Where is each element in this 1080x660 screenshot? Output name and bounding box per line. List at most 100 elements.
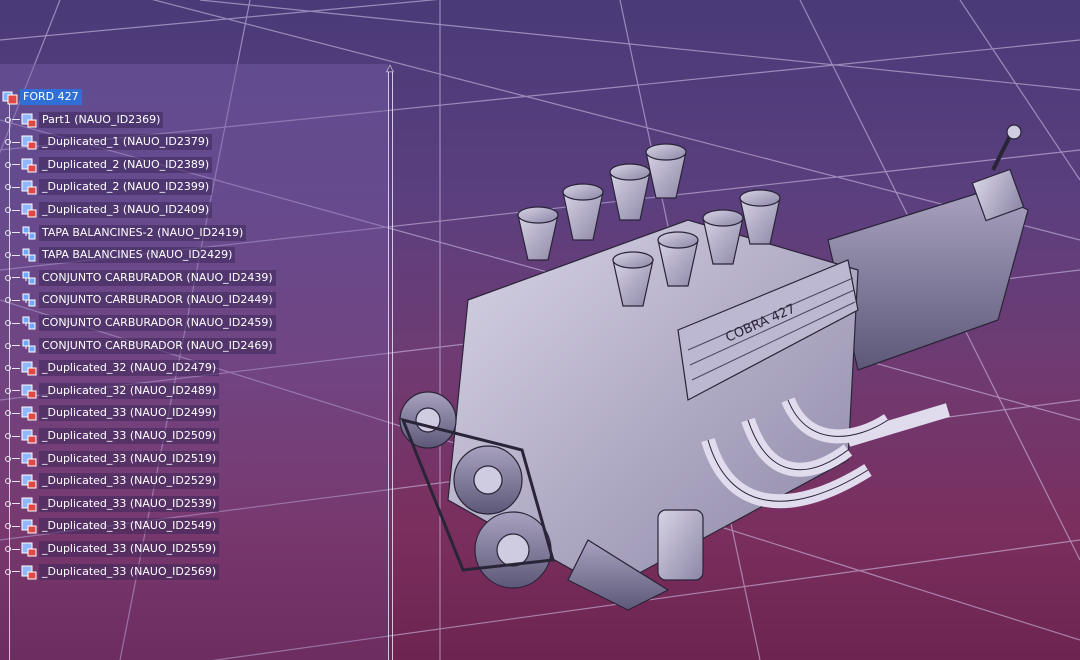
tree-node[interactable]: _Duplicated_33 (NAUO_ID2519): [0, 450, 220, 468]
assembly-icon: [21, 315, 37, 331]
tree-node-label[interactable]: _Duplicated_1 (NAUO_ID2379): [39, 134, 213, 151]
part-icon: [21, 473, 37, 489]
tree-branch-line: [12, 209, 20, 211]
part-icon: [21, 179, 37, 195]
tree-node-label[interactable]: CONJUNTO CARBURADOR (NAUO_ID2439): [39, 269, 276, 286]
tree-node[interactable]: _Duplicated_33 (NAUO_ID2559): [0, 540, 220, 558]
tree-branch-line: [12, 390, 20, 392]
tree-node-label[interactable]: _Duplicated_33 (NAUO_ID2539): [39, 495, 220, 512]
part-icon: [21, 496, 37, 512]
tree-node[interactable]: CONJUNTO CARBURADOR (NAUO_ID2439): [0, 269, 276, 287]
assembly-icon: [21, 292, 37, 308]
tree-node[interactable]: _Duplicated_33 (NAUO_ID2549): [0, 517, 220, 535]
tree-branch-line: [12, 571, 20, 573]
expand-toggle-icon[interactable]: [5, 387, 11, 394]
tree-node-label[interactable]: _Duplicated_32 (NAUO_ID2479): [39, 360, 220, 377]
tree-branch-line: [12, 277, 20, 279]
expand-toggle-icon[interactable]: [5, 342, 11, 349]
tree-node-label[interactable]: _Duplicated_2 (NAUO_ID2399): [39, 179, 213, 196]
part-icon: [21, 383, 37, 399]
tree-branch-line: [12, 412, 20, 414]
tree-node[interactable]: _Duplicated_33 (NAUO_ID2499): [0, 404, 220, 422]
tree-node[interactable]: TAPA BALANCINES (NAUO_ID2429): [0, 246, 236, 264]
tree-node-label[interactable]: CONJUNTO CARBURADOR (NAUO_ID2469): [39, 337, 276, 354]
expand-toggle-icon[interactable]: [5, 523, 11, 530]
tree-node[interactable]: CONJUNTO CARBURADOR (NAUO_ID2459): [0, 314, 276, 332]
tree-node[interactable]: Part1 (NAUO_ID2369): [0, 111, 164, 129]
tree-node[interactable]: CONJUNTO CARBURADOR (NAUO_ID2449): [0, 291, 276, 309]
tree-node[interactable]: _Duplicated_33 (NAUO_ID2529): [0, 472, 220, 490]
tree-node[interactable]: _Duplicated_2 (NAUO_ID2389): [0, 156, 213, 174]
expand-toggle-icon[interactable]: [5, 274, 11, 281]
tree-node-label[interactable]: TAPA BALANCINES (NAUO_ID2429): [39, 247, 236, 264]
part-icon: [21, 202, 37, 218]
tree-node[interactable]: CONJUNTO CARBURADOR (NAUO_ID2469): [0, 337, 276, 355]
part-icon: [21, 541, 37, 557]
expand-toggle-icon[interactable]: [5, 320, 11, 326]
tree-node[interactable]: _Duplicated_3 (NAUO_ID2409): [0, 201, 213, 219]
expand-toggle-icon[interactable]: [5, 365, 11, 372]
tree-branch-line: [12, 299, 20, 301]
expand-toggle-icon[interactable]: [5, 410, 11, 417]
expand-toggle-icon[interactable]: [5, 433, 11, 439]
tree-branch-line: [12, 186, 20, 188]
assembly-icon: [21, 225, 37, 241]
tree-node-label[interactable]: _Duplicated_33 (NAUO_ID2499): [39, 405, 220, 422]
tree-branch-line: [12, 232, 20, 234]
tree-node-label[interactable]: CONJUNTO CARBURADOR (NAUO_ID2449): [39, 292, 276, 309]
expand-toggle-icon[interactable]: [5, 229, 11, 236]
expand-toggle-icon[interactable]: [5, 478, 11, 485]
tree-branch-line: [12, 254, 20, 256]
engine-3d-model[interactable]: COBRA 427: [388, 120, 1048, 620]
tree-node[interactable]: _Duplicated_1 (NAUO_ID2379): [0, 133, 213, 151]
part-icon: [21, 360, 37, 376]
tree-branch-line: [12, 525, 20, 527]
tree-node[interactable]: _Duplicated_33 (NAUO_ID2539): [0, 495, 220, 513]
part-icon: [21, 157, 37, 173]
expand-toggle-icon[interactable]: [5, 546, 11, 552]
part-icon: [21, 112, 37, 128]
tree-node[interactable]: _Duplicated_33 (NAUO_ID2509): [0, 427, 220, 445]
tree-node-root[interactable]: FORD 427: [0, 88, 82, 106]
tree-node-label[interactable]: _Duplicated_3 (NAUO_ID2409): [39, 202, 213, 218]
part-icon: [21, 518, 37, 534]
tree-node-label[interactable]: _Duplicated_33 (NAUO_ID2529): [39, 473, 220, 490]
tree-node-label[interactable]: _Duplicated_33 (NAUO_ID2509): [39, 428, 220, 444]
tree-node-label[interactable]: _Duplicated_33 (NAUO_ID2559): [39, 541, 220, 557]
expand-toggle-icon[interactable]: [5, 161, 11, 168]
tree-branch-line: [12, 458, 20, 460]
tree-branch-line: [12, 119, 20, 121]
tree-branch-line: [12, 548, 20, 550]
expand-toggle-icon[interactable]: [5, 455, 11, 462]
assembly-icon: [21, 247, 37, 263]
expand-toggle-icon[interactable]: [5, 139, 11, 146]
part-icon: [21, 564, 37, 580]
tree-node[interactable]: _Duplicated_2 (NAUO_ID2399): [0, 178, 213, 196]
expand-toggle-icon[interactable]: [5, 500, 11, 507]
expand-toggle-icon[interactable]: [5, 568, 11, 575]
expand-toggle-icon[interactable]: [5, 207, 11, 213]
tree-node-label[interactable]: _Duplicated_2 (NAUO_ID2389): [39, 156, 213, 173]
tree-node-label[interactable]: TAPA BALANCINES-2 (NAUO_ID2419): [39, 224, 247, 241]
tree-branch-line: [12, 480, 20, 482]
expand-toggle-icon[interactable]: [5, 116, 11, 123]
tree-node-label[interactable]: _Duplicated_32 (NAUO_ID2489): [39, 382, 220, 399]
tree-node-label[interactable]: FORD 427: [20, 89, 82, 105]
expand-toggle-icon[interactable]: [5, 184, 11, 191]
tree-branch-line: [12, 322, 20, 324]
expand-toggle-icon[interactable]: [5, 297, 11, 304]
assembly-icon: [21, 338, 37, 354]
part-icon: [21, 428, 37, 444]
tree-node-label[interactable]: CONJUNTO CARBURADOR (NAUO_ID2459): [39, 315, 276, 331]
tree-node-label[interactable]: Part1 (NAUO_ID2369): [39, 111, 164, 128]
expand-toggle-icon[interactable]: [5, 252, 11, 259]
tree-node-label[interactable]: _Duplicated_33 (NAUO_ID2569): [39, 563, 220, 580]
tree-node-label[interactable]: _Duplicated_33 (NAUO_ID2519): [39, 450, 220, 467]
tree-branch-line: [12, 164, 20, 166]
tree-node-label[interactable]: _Duplicated_33 (NAUO_ID2549): [39, 518, 220, 535]
tree-node[interactable]: TAPA BALANCINES-2 (NAUO_ID2419): [0, 224, 247, 242]
product-icon: [2, 89, 18, 105]
tree-node[interactable]: _Duplicated_32 (NAUO_ID2479): [0, 359, 220, 377]
tree-node[interactable]: _Duplicated_32 (NAUO_ID2489): [0, 382, 220, 400]
tree-node[interactable]: _Duplicated_33 (NAUO_ID2569): [0, 563, 220, 581]
